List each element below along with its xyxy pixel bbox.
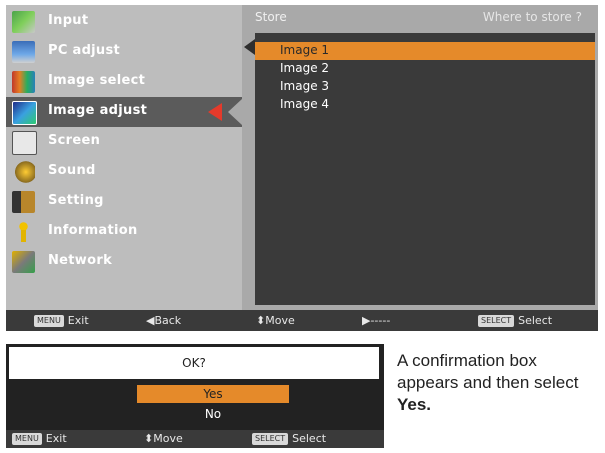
menu-item-label: Network [48,253,113,268]
confirm-select-label: Select [292,432,327,445]
menu-item-network[interactable]: Network [6,247,242,277]
menu-item-label: Image adjust [48,103,148,118]
select-key-icon: SELECT [252,433,289,445]
menu-key-icon: MENU [34,315,64,327]
active-indicator-icon [208,103,222,121]
menu-item-screen[interactable]: Screen [6,127,242,157]
exit-hint: MENU Exit [34,314,89,327]
main-menu: Input PC adjust Image select Image adjus… [6,5,242,310]
store-panel: Store Where to store ? Image 1 Image 2 I… [242,5,598,310]
menu-item-label: Sound [48,163,96,178]
confirm-question: OK? [9,347,379,379]
menu-item-information[interactable]: Information [6,217,242,247]
store-item-label: Image 2 [280,61,330,75]
menu-item-label: Screen [48,133,101,148]
store-item-label: Image 3 [280,79,330,93]
right-hint: ▶----- [362,314,391,327]
store-panel-hint: Where to store ? [482,10,582,24]
caption-text: A confirmation box appears and then sele… [397,351,579,392]
menu-item-image-adjust[interactable]: Image adjust [6,97,242,127]
store-item-image-2[interactable]: Image 2 [255,60,595,78]
confirm-yes-option[interactable]: Yes [137,385,289,403]
osd-guide-bar: MENU Exit ◀Back ⬍Move ▶----- SELECT Select [6,310,598,331]
confirm-guide-bar: MENU Exit ⬍Move SELECT Select [6,430,384,448]
store-item-label: Image 4 [280,97,330,111]
confirm-exit-label: Exit [45,432,67,445]
store-panel-title: Store [255,10,287,24]
store-item-image-4[interactable]: Image 4 [255,96,595,114]
confirmation-dialog: OK? Yes No MENU Exit ⬍Move SELECT Select [6,344,384,448]
menu-item-label: Input [48,13,89,28]
menu-item-image-select[interactable]: Image select [6,67,242,97]
instruction-caption: A confirmation box appears and then sele… [397,350,602,416]
caption-bold: Yes. [397,395,432,414]
projector-menu: Input PC adjust Image select Image adjus… [6,5,598,331]
select-label: Select [518,314,553,327]
sound-icon [12,161,35,183]
menu-notch [228,99,242,125]
menu-key-icon: MENU [12,433,42,445]
confirm-select-hint: SELECT Select [252,432,326,445]
store-panel-header: Store Where to store ? [255,10,588,26]
menu-item-input[interactable]: Input [6,7,242,37]
store-item-image-1[interactable]: Image 1 [255,42,595,60]
confirm-move-hint: ⬍Move [144,432,183,445]
move-hint: ⬍Move [256,314,295,327]
confirm-no-option[interactable]: No [137,405,289,423]
network-icon [12,251,35,273]
image-adjust-icon [12,101,37,125]
store-item-label: Image 1 [280,43,330,57]
back-hint: ◀Back [146,314,182,327]
menu-item-label: Setting [48,193,104,208]
screen-icon [12,131,37,155]
exit-label: Exit [67,314,89,327]
menu-item-label: Image select [48,73,146,88]
input-icon [12,11,35,33]
menu-item-setting[interactable]: Setting [6,187,242,217]
select-key-icon: SELECT [478,315,515,327]
menu-item-sound[interactable]: Sound [6,157,242,187]
menu-item-pc-adjust[interactable]: PC adjust [6,37,242,67]
image-select-icon [12,71,35,93]
confirm-exit-hint: MENU Exit [12,432,67,445]
store-list: Image 1 Image 2 Image 3 Image 4 [255,33,595,305]
information-icon [12,221,35,243]
store-item-image-3[interactable]: Image 3 [255,78,595,96]
panel-pointer-icon [244,39,255,55]
pc-adjust-icon [12,41,35,63]
confirmation-box: OK? Yes No [6,344,384,430]
select-hint: SELECT Select [478,314,552,327]
menu-item-label: PC adjust [48,43,121,58]
menu-item-label: Information [48,223,138,238]
setting-icon [12,191,35,213]
